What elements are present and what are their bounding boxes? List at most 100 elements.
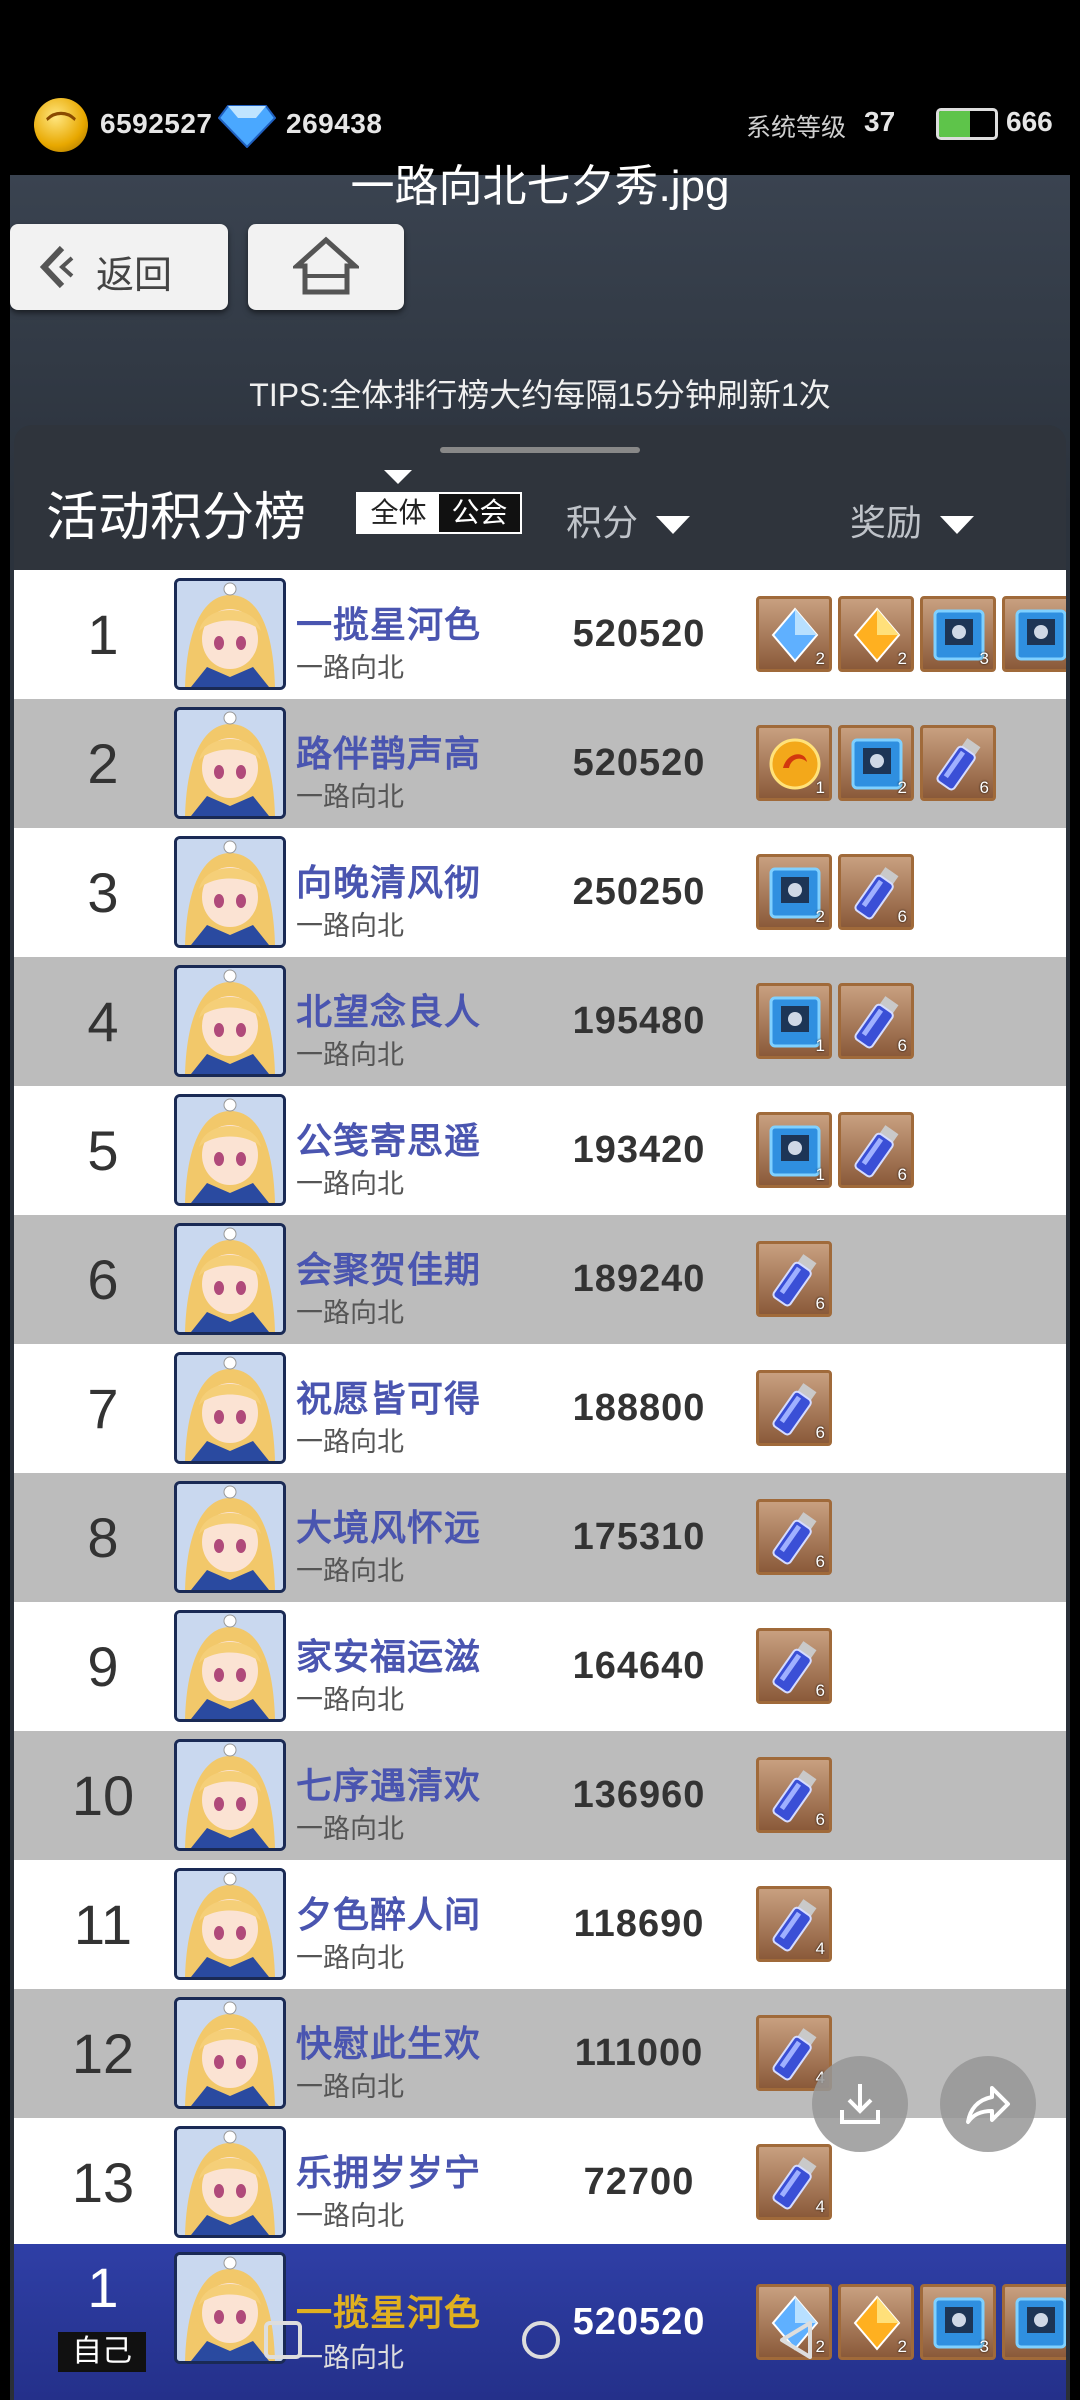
- reward-item[interactable]: 4: [756, 2144, 832, 2220]
- reward-item[interactable]: 6: [838, 854, 914, 930]
- leaderboard-row[interactable]: 5 公笺寄思遥 一路向北 193420 1 6: [14, 1086, 1066, 1215]
- scope-switch[interactable]: 全体 公会: [356, 492, 522, 534]
- leaderboard-row[interactable]: 10 七序遇清欢 一路向北 136960 6: [14, 1731, 1066, 1860]
- share-button[interactable]: [940, 2056, 1036, 2152]
- guild-name: 一路向北: [296, 1556, 404, 1586]
- reward-count: 2: [815, 649, 825, 668]
- chevron-left-icon: [39, 245, 74, 289]
- reward-item[interactable]: [1002, 2284, 1066, 2360]
- reward-item[interactable]: 6: [756, 1757, 832, 1833]
- rank-number: 13: [71, 2151, 135, 2214]
- player-score: 520520: [572, 2301, 706, 2343]
- avatar[interactable]: [174, 965, 286, 1077]
- character-portrait: [177, 1742, 283, 1848]
- avatar[interactable]: [174, 1610, 286, 1722]
- leaderboard-row[interactable]: 11 夕色醉人间 一路向北 118690 4: [14, 1860, 1066, 1989]
- leaderboard-row[interactable]: 13 乐拥岁岁宁 一路向北 72700 4: [14, 2118, 1066, 2247]
- reward-count: 6: [979, 778, 989, 797]
- avatar[interactable]: [174, 1868, 286, 1980]
- avatar[interactable]: [174, 1352, 286, 1464]
- avatar[interactable]: [174, 578, 286, 690]
- leaderboard-row[interactable]: 8 大境风怀远 一路向北 175310 6: [14, 1473, 1066, 1602]
- rank-number: 3: [87, 861, 119, 924]
- leaderboard-row[interactable]: 7 祝愿皆可得 一路向北 188800 6: [14, 1344, 1066, 1473]
- reward-item[interactable]: 1: [756, 725, 832, 801]
- reward-item[interactable]: 6: [756, 1628, 832, 1704]
- reward-header-label: 奖励: [850, 502, 923, 543]
- energy-count: 666: [1006, 106, 1053, 137]
- recent-apps-icon[interactable]: [258, 2315, 308, 2365]
- leaderboard-row[interactable]: 12快慰此生欢一路向北1110004: [14, 1989, 1066, 2118]
- rank-number: 10: [71, 1764, 135, 1827]
- leaderboard-row[interactable]: 1 一揽星河色 一路向北 520520 2 2 3: [14, 570, 1066, 699]
- guild-name: 一路向北: [296, 2072, 404, 2102]
- reward-item[interactable]: 6: [756, 1241, 832, 1317]
- score-column-header[interactable]: 积分: [566, 494, 691, 546]
- reward-list: 6: [756, 1757, 1066, 1837]
- reward-item[interactable]: 3: [920, 2284, 996, 2360]
- guild-name: 一路向北: [296, 2201, 404, 2231]
- guild-name: 一路向北: [296, 2343, 404, 2373]
- player-score: 118690: [573, 1903, 705, 1945]
- tab-guild[interactable]: 公会: [439, 494, 520, 532]
- blue-card-icon: [1015, 609, 1066, 661]
- avatar[interactable]: [174, 1223, 286, 1335]
- tab-all[interactable]: 全体: [358, 494, 439, 532]
- character-portrait: [177, 1355, 283, 1461]
- reward-count: 3: [979, 649, 989, 668]
- avatar[interactable]: [174, 1997, 286, 2109]
- self-tag: 自己: [58, 2332, 146, 2372]
- rank-number: 8: [87, 1506, 119, 1569]
- home-button[interactable]: [248, 224, 404, 310]
- back-nav-icon[interactable]: [772, 2315, 822, 2365]
- leaderboard-row[interactable]: 4 北望念良人 一路向北 195480 1 6: [14, 957, 1066, 1086]
- reward-item[interactable]: 6: [838, 1112, 914, 1188]
- reward-column-header[interactable]: 奖励: [850, 494, 975, 546]
- leaderboard-row[interactable]: 9 家安福运滋 一路向北 164640 6: [14, 1602, 1066, 1731]
- reward-item[interactable]: [1002, 596, 1066, 672]
- leaderboard-row[interactable]: 3 向晚清风彻 一路向北 250250 2 6: [14, 828, 1066, 957]
- character-portrait: [177, 2129, 283, 2235]
- avatar[interactable]: [174, 836, 286, 948]
- reward-item[interactable]: 6: [756, 1370, 832, 1446]
- home-nav-icon[interactable]: [516, 2315, 566, 2365]
- reward-item[interactable]: 1: [756, 983, 832, 1059]
- reward-count: 6: [815, 1681, 825, 1700]
- download-button[interactable]: [812, 2056, 908, 2152]
- reward-item[interactable]: 2: [756, 854, 832, 930]
- drag-handle[interactable]: [440, 447, 640, 453]
- reward-item[interactable]: 2: [838, 725, 914, 801]
- avatar[interactable]: [174, 1094, 286, 1206]
- leaderboard-row[interactable]: 2 路伴鹊声高 一路向北 520520 1 2 6: [14, 699, 1066, 828]
- reward-item[interactable]: 3: [920, 596, 996, 672]
- leaderboard-row[interactable]: 6 会聚贺佳期 一路向北 189240 6: [14, 1215, 1066, 1344]
- my-rank: 1: [87, 2256, 119, 2319]
- avatar[interactable]: [174, 1481, 286, 1593]
- player-score: 164640: [572, 1645, 706, 1687]
- reward-count: 1: [815, 1036, 825, 1055]
- back-button[interactable]: 返回: [10, 224, 228, 310]
- reward-item[interactable]: 1: [756, 1112, 832, 1188]
- board-title: 活动积分榜: [46, 489, 307, 547]
- player-score: 136960: [572, 1774, 706, 1816]
- avatar[interactable]: [174, 1739, 286, 1851]
- player-name: 家安福运滋: [296, 1636, 482, 1677]
- reward-item[interactable]: 2: [756, 596, 832, 672]
- reward-item[interactable]: 6: [920, 725, 996, 801]
- reward-count: 6: [815, 1294, 825, 1313]
- player-name: 乐拥岁岁宁: [296, 2152, 482, 2193]
- avatar[interactable]: [174, 2126, 286, 2238]
- reward-item[interactable]: 6: [838, 983, 914, 1059]
- blue-card-icon: [1015, 2297, 1066, 2349]
- reward-count: 6: [815, 1810, 825, 1829]
- reward-count: 6: [897, 907, 907, 926]
- rank-number: 11: [73, 1893, 133, 1956]
- reward-item[interactable]: 4: [756, 1886, 832, 1962]
- reward-item[interactable]: 2: [838, 596, 914, 672]
- avatar[interactable]: [174, 707, 286, 819]
- reward-item[interactable]: 2: [838, 2284, 914, 2360]
- ranking-list[interactable]: 1 一揽星河色 一路向北 520520 2 2 3 2 路伴鹊声高 一路向北 520520 1 2 6 3 向…: [14, 570, 1066, 2247]
- guild-name: 一路向北: [296, 1040, 404, 1070]
- reward-item[interactable]: 6: [756, 1499, 832, 1575]
- player-name: 祝愿皆可得: [296, 1378, 482, 1419]
